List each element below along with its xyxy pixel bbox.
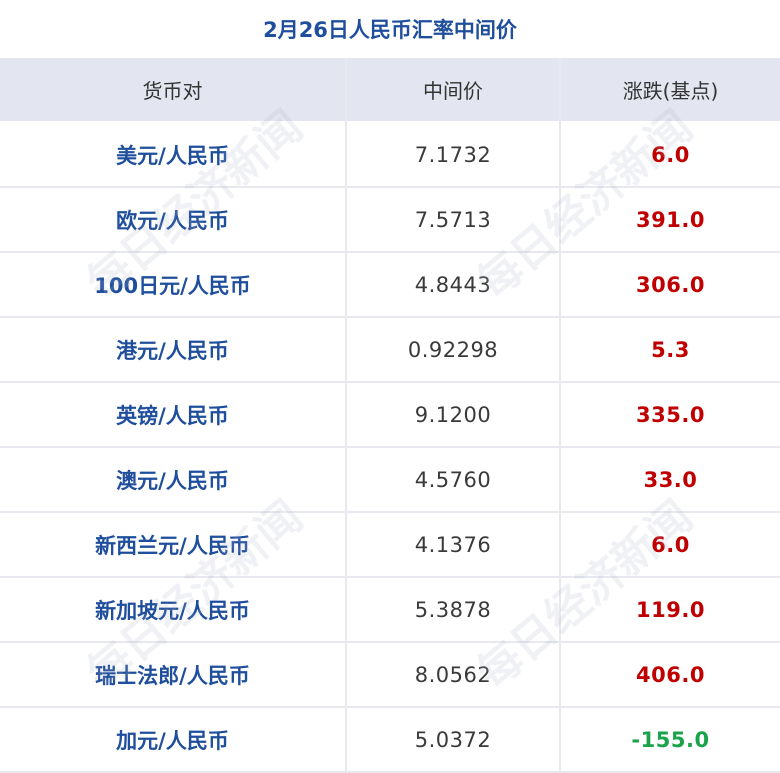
table-title: 2月26日人民币汇率中间价 [0,0,780,59]
change-points: 33.0 [643,467,698,492]
currency-pair: 新加坡元/人民币 [95,598,250,623]
change-points: 406.0 [636,662,705,687]
table-row: 新加坡元/人民币 5.3878 119.0 [0,578,780,643]
mid-rate: 5.0372 [414,727,492,752]
change-points: 306.0 [636,272,705,297]
mid-rate: 0.92298 [407,337,499,362]
exchange-rate-table: 2月26日人民币汇率中间价 货币对 中间价 涨跌(基点) 美元/人民币 7.173… [0,0,780,773]
table-row: 新西兰元/人民币 4.1376 6.0 [0,513,780,578]
change-points: -155.0 [631,727,710,752]
mid-rate: 4.1376 [414,532,492,557]
currency-pair: 澳元/人民币 [116,468,229,493]
mid-rate: 5.3878 [414,597,492,622]
currency-pair: 港元/人民币 [116,338,229,363]
table-row: 加元/人民币 5.0372 -155.0 [0,708,780,773]
change-points: 391.0 [636,207,705,232]
currency-pair: 加元/人民币 [116,728,229,753]
table-row: 瑞士法郎/人民币 8.0562 406.0 [0,643,780,708]
table-row: 欧元/人民币 7.5713 391.0 [0,188,780,253]
currency-pair: 瑞士法郎/人民币 [95,663,250,688]
table-header-row: 货币对 中间价 涨跌(基点) [0,58,780,123]
header-change: 涨跌(基点) [622,79,719,103]
table-row: 美元/人民币 7.1732 6.0 [0,123,780,188]
mid-rate: 9.1200 [414,402,492,427]
table-row: 100日元/人民币 4.8443 306.0 [0,253,780,318]
header-pair: 货币对 [142,79,203,103]
table-row: 澳元/人民币 4.5760 33.0 [0,448,780,513]
change-points: 119.0 [636,597,705,622]
currency-pair: 100日元/人民币 [94,273,251,298]
mid-rate: 7.5713 [414,207,492,232]
currency-pair: 美元/人民币 [116,143,229,168]
currency-pair: 欧元/人民币 [116,208,229,233]
currency-pair: 新西兰元/人民币 [95,533,250,558]
table-row: 港元/人民币 0.92298 5.3 [0,318,780,383]
change-points: 5.3 [651,337,690,362]
header-mid: 中间价 [423,79,483,103]
mid-rate: 4.5760 [414,467,492,492]
change-points: 6.0 [651,142,690,167]
change-points: 335.0 [636,402,705,427]
table-row: 英镑/人民币 9.1200 335.0 [0,383,780,448]
mid-rate: 7.1732 [414,142,492,167]
mid-rate: 4.8443 [414,272,492,297]
mid-rate: 8.0562 [414,662,492,687]
currency-pair: 英镑/人民币 [116,403,229,428]
change-points: 6.0 [651,532,690,557]
